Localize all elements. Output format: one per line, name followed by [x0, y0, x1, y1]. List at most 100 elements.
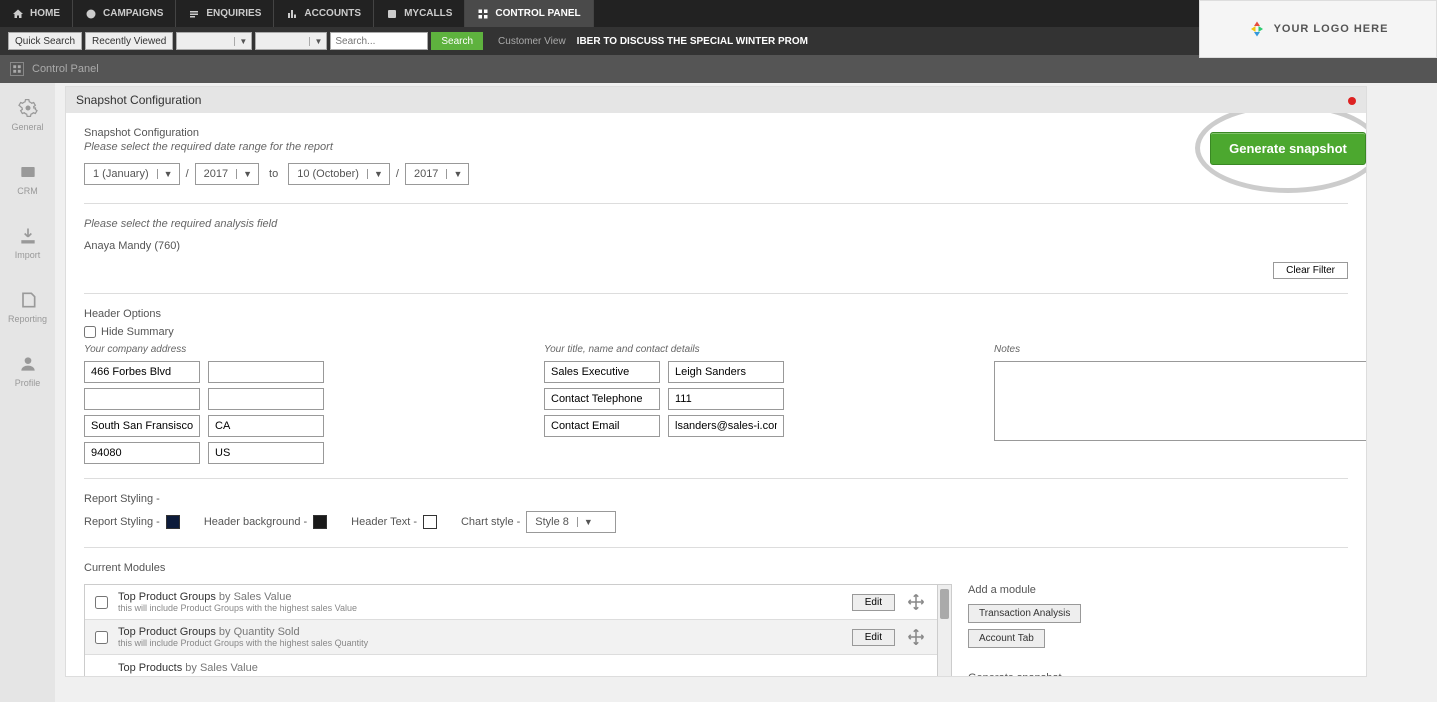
- crm-icon: [18, 162, 38, 182]
- sidebar-label: Import: [15, 250, 41, 260]
- addr-country-input[interactable]: [208, 442, 324, 464]
- add-module-title: Add a module: [968, 584, 1348, 596]
- chevron-down-icon: ▼: [157, 169, 179, 179]
- chevron-down-icon: ▼: [577, 517, 599, 527]
- sidebar-item-import[interactable]: Import: [0, 211, 55, 275]
- contact-name-input[interactable]: [668, 361, 784, 383]
- notes-label: Notes: [994, 344, 1366, 355]
- module-row: Top Product Groups by Quantity Sold this…: [85, 620, 937, 655]
- panel-body: Generate snapshot Snapshot Configuration…: [66, 113, 1366, 676]
- current-modules-title: Current Modules: [84, 562, 1348, 574]
- nav-label: ACCOUNTS: [304, 8, 361, 19]
- nav-campaigns[interactable]: CAMPAIGNS: [73, 0, 176, 27]
- hide-summary-input[interactable]: [84, 326, 96, 338]
- search-all-dropdown[interactable]: Search All▼: [176, 32, 252, 50]
- home-icon: [12, 8, 24, 20]
- move-icon[interactable]: [905, 626, 927, 648]
- profile-icon: [18, 354, 38, 374]
- module-checkbox[interactable]: [95, 596, 108, 609]
- sidebar-label: CRM: [17, 186, 38, 196]
- nav-label: CONTROL PANEL: [495, 8, 580, 19]
- nav-control-panel[interactable]: CONTROL PANEL: [465, 0, 593, 27]
- nav-mycalls[interactable]: MYCALLS: [374, 0, 465, 27]
- module-checkbox[interactable]: [95, 631, 108, 644]
- panel-header: Snapshot Configuration: [66, 87, 1366, 113]
- header-text-swatch[interactable]: [423, 515, 437, 529]
- edit-module-button[interactable]: Edit: [852, 629, 895, 646]
- addr-city-input[interactable]: [84, 415, 200, 437]
- report-styling-swatch[interactable]: [166, 515, 180, 529]
- addr-line2-input[interactable]: [208, 361, 324, 383]
- customer-view-link[interactable]: Customer View: [498, 36, 566, 47]
- recently-viewed-button[interactable]: Recently Viewed: [85, 32, 173, 50]
- breadcrumb-text: Control Panel: [32, 63, 99, 75]
- addr-line3-input[interactable]: [84, 388, 200, 410]
- header-bg-swatch[interactable]: [313, 515, 327, 529]
- addr-line1-input[interactable]: [84, 361, 200, 383]
- chevron-down-icon: ▼: [309, 37, 326, 46]
- to-month-dropdown[interactable]: 10 (October)▼: [288, 163, 390, 185]
- addr-state-input[interactable]: [208, 415, 324, 437]
- breadcrumb-bar: Control Panel: [0, 55, 1437, 83]
- date-range-row: 1 (January)▼ / 2017▼ to 10 (October)▼ / …: [84, 163, 1348, 185]
- hide-summary-checkbox[interactable]: Hide Summary: [84, 326, 1348, 338]
- contact-title-label-input[interactable]: [544, 361, 660, 383]
- analysis-value: Anaya Mandy (760): [84, 240, 1348, 252]
- nav-home[interactable]: HOME: [0, 0, 73, 27]
- chevron-down-icon: ▼: [236, 169, 258, 179]
- sidebar-item-reporting[interactable]: Reporting: [0, 275, 55, 339]
- to-year-dropdown[interactable]: 2017▼: [405, 163, 469, 185]
- quick-search-button[interactable]: Quick Search: [8, 32, 82, 50]
- addr-zip-input[interactable]: [84, 442, 200, 464]
- nav-accounts[interactable]: ACCOUNTS: [274, 0, 374, 27]
- report-styling-title: Report Styling -: [84, 493, 1348, 505]
- config-subtitle: Please select the required date range fo…: [84, 141, 1348, 153]
- sidebar-label: Profile: [15, 378, 41, 388]
- search-input[interactable]: [330, 32, 428, 50]
- mycalls-icon: [386, 8, 398, 20]
- logo-panel: YOUR LOGO HERE: [1199, 0, 1437, 58]
- from-year-dropdown[interactable]: 2017▼: [195, 163, 259, 185]
- header-options-columns: Your company address: [84, 344, 1348, 464]
- contact-label: Your title, name and contact details: [544, 344, 814, 355]
- contact-phone-input[interactable]: [668, 388, 784, 410]
- contact-email-label-input[interactable]: [544, 415, 660, 437]
- modules-scrollbar[interactable]: [937, 585, 951, 676]
- promo-ticker: IBER TO DISCUSS THE SPECIAL WINTER PROM: [577, 36, 808, 47]
- notes-textarea[interactable]: [994, 361, 1366, 441]
- sidebar-item-crm[interactable]: CRM: [0, 147, 55, 211]
- chart-style-dropdown[interactable]: Style 8▼: [526, 511, 616, 533]
- panel-title: Snapshot Configuration: [76, 93, 201, 107]
- modules-wrap: Top Product Groups by Sales Value this w…: [84, 584, 1348, 676]
- contact-phone-label-input[interactable]: [544, 388, 660, 410]
- close-dot-icon[interactable]: [1348, 97, 1356, 105]
- sidebar-item-profile[interactable]: Profile: [0, 339, 55, 403]
- edit-module-button[interactable]: Edit: [852, 594, 895, 611]
- nav-label: MYCALLS: [404, 8, 452, 19]
- addr-line4-input[interactable]: [208, 388, 324, 410]
- modules-list: Top Product Groups by Sales Value this w…: [84, 584, 952, 676]
- sidebar-label: Reporting: [8, 314, 47, 324]
- campaigns-icon: [85, 8, 97, 20]
- generate-snapshot-button[interactable]: Generate snapshot: [1210, 132, 1366, 165]
- sidebar-label: General: [11, 122, 43, 132]
- from-month-dropdown[interactable]: 1 (January)▼: [84, 163, 180, 185]
- module-row: Top Products by Sales Value: [85, 655, 937, 676]
- transaction-analysis-button[interactable]: Transaction Analysis: [968, 604, 1081, 623]
- nav-enquiries[interactable]: ENQUIRIES: [176, 0, 274, 27]
- search-button[interactable]: Search: [431, 32, 483, 50]
- account-tab-button[interactable]: Account Tab: [968, 629, 1045, 648]
- move-icon[interactable]: [905, 591, 927, 613]
- contact-email-input[interactable]: [668, 415, 784, 437]
- generate-snapshot-label: Generate snapshot: [968, 672, 1348, 676]
- to-label: to: [269, 168, 278, 180]
- sidebar-item-general[interactable]: General: [0, 83, 55, 147]
- logo-text: YOUR LOGO HERE: [1274, 23, 1389, 35]
- address-label: Your company address: [84, 344, 344, 355]
- import-icon: [18, 226, 38, 246]
- chevron-down-icon: ▼: [446, 169, 468, 179]
- chevron-down-icon: ▼: [367, 169, 389, 179]
- accounts-dropdown[interactable]: Accounts▼: [255, 32, 327, 50]
- clear-filter-button[interactable]: Clear Filter: [1273, 262, 1348, 279]
- control-panel-icon: [477, 8, 489, 20]
